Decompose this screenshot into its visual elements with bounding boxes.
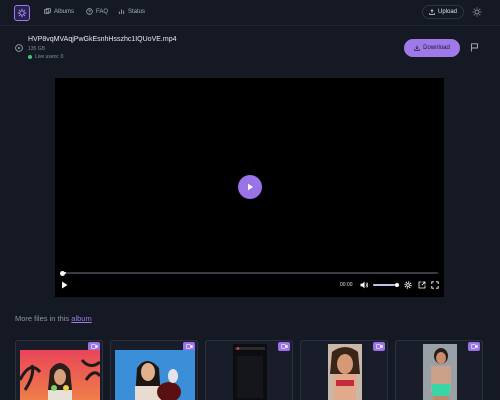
volume-icon[interactable] [360, 281, 369, 289]
big-play-button[interactable] [238, 175, 262, 199]
album-link[interactable]: album [71, 314, 91, 323]
file-card[interactable] [110, 340, 198, 400]
progress-bar[interactable] [62, 272, 438, 274]
nav-status-label: Status [128, 8, 146, 15]
fullscreen-icon[interactable] [431, 281, 439, 289]
thumbnail-image [233, 344, 267, 400]
thumbnail-image [423, 344, 457, 400]
more-files-prefix: More files in this [15, 314, 72, 323]
top-nav: Albums FAQ Status Upload [0, 0, 500, 25]
video-badge-icon [468, 342, 480, 351]
video-badge-icon [278, 342, 290, 351]
video-player[interactable]: 00:00 [55, 78, 444, 297]
more-files-title: More files in this album [15, 314, 92, 323]
file-card[interactable] [300, 340, 388, 400]
albums-icon [44, 8, 51, 15]
upload-button[interactable]: Upload [422, 5, 464, 19]
logo-icon[interactable] [14, 5, 30, 21]
upload-icon [429, 9, 435, 15]
volume-fill [373, 284, 395, 286]
download-button[interactable]: Download [404, 39, 460, 57]
flag-icon[interactable] [470, 43, 479, 52]
video-badge-icon [373, 342, 385, 351]
progress-handle[interactable] [60, 271, 65, 276]
faq-icon [86, 8, 93, 15]
sun-icon[interactable] [472, 7, 482, 17]
settings-icon[interactable] [404, 281, 412, 289]
upload-label: Upload [437, 9, 457, 15]
file-size: 135 GB [28, 46, 45, 52]
file-card[interactable] [395, 340, 483, 400]
thumbnail-image [115, 350, 195, 400]
status-icon [118, 9, 125, 15]
time-display: 00:00 [340, 282, 353, 288]
nav-albums-link[interactable]: Albums [44, 8, 74, 15]
download-label: Download [423, 45, 450, 51]
volume-slider[interactable] [373, 284, 397, 286]
live-users: Live users: 0 [28, 54, 63, 60]
file-card[interactable] [15, 340, 103, 400]
nav-faq-label: FAQ [96, 8, 109, 15]
live-users-label: Live users: 0 [35, 54, 64, 60]
thumbnail-image [328, 344, 362, 400]
play-icon [248, 183, 253, 191]
thumbnail-image [20, 350, 100, 400]
play-circle-icon [15, 44, 23, 52]
volume-handle[interactable] [395, 283, 399, 287]
download-icon [414, 45, 420, 51]
play-icon[interactable] [61, 281, 68, 289]
nav-divider [0, 25, 500, 26]
external-icon[interactable] [418, 281, 426, 289]
file-card[interactable] [205, 340, 293, 400]
nav-albums-label: Albums [54, 8, 75, 15]
file-name: HVP8vqMVAqjPwGkEsnhHsszhc1IQUoVE.mp4 [28, 36, 177, 43]
nav-faq-link[interactable]: FAQ [86, 8, 108, 15]
live-status-dot [28, 55, 32, 59]
nav-status-link[interactable]: Status [118, 8, 145, 15]
